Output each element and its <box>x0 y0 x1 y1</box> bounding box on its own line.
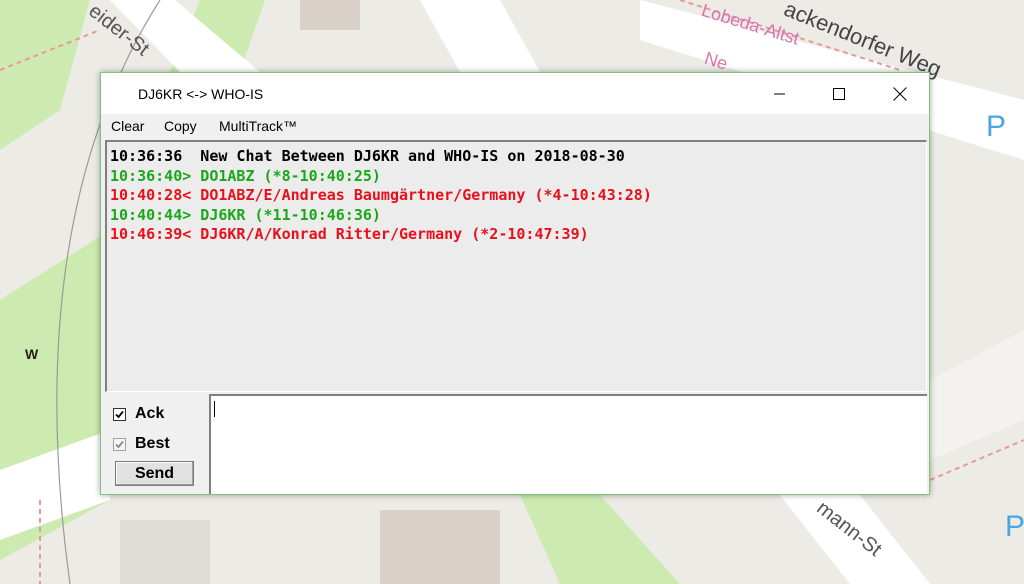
chat-line: 10:40:44> DJ6KR (*11-10:46:36) <box>110 205 381 224</box>
message-input[interactable] <box>209 394 927 494</box>
minimize-icon <box>774 93 785 94</box>
menu-bar: Clear Copy MultiTrack™ <box>101 114 929 138</box>
ack-checkbox-row[interactable]: Ack <box>113 405 164 423</box>
chat-line: 10:40:28< DO1ABZ/E/Andreas Baumgärtner/G… <box>110 186 652 204</box>
close-icon <box>893 86 907 101</box>
best-label: Best <box>135 435 170 452</box>
map-label-parking-2: P <box>1005 510 1024 543</box>
text-caret <box>214 401 215 417</box>
chat-log[interactable]: 10:36:36 New Chat Between DJ6KR and WHO-… <box>105 140 927 392</box>
chat-window: DJ6KR <-> WHO-IS Clear Copy MultiTrack™ … <box>100 72 930 495</box>
ack-label: Ack <box>135 405 165 422</box>
chat-line: 10:46:39< DJ6KR/A/Konrad Ritter/Germany … <box>110 225 589 243</box>
menu-clear[interactable]: Clear <box>111 118 144 134</box>
menu-copy[interactable]: Copy <box>164 118 197 134</box>
send-button[interactable]: Send <box>115 461 194 486</box>
maximize-button[interactable] <box>816 73 862 114</box>
compose-area: Ack Best Send <box>105 393 927 494</box>
checkmark-icon <box>115 410 124 418</box>
map-label-parking-1: P <box>986 110 1007 143</box>
ack-checkbox[interactable] <box>113 407 126 421</box>
title-bar[interactable]: DJ6KR <-> WHO-IS <box>101 73 929 114</box>
menu-multitrack[interactable]: MultiTrack™ <box>219 118 297 134</box>
close-button[interactable] <box>877 73 923 114</box>
best-checkbox[interactable] <box>113 437 126 451</box>
best-checkbox-row[interactable]: Best <box>113 435 170 453</box>
chat-line: 10:36:40> DO1ABZ (*8-10:40:25) <box>110 166 381 185</box>
checkmark-icon <box>115 440 124 448</box>
chat-line: 10:36:36 New Chat Between DJ6KR and WHO-… <box>110 147 625 165</box>
minimize-button[interactable] <box>757 73 803 114</box>
window-title: DJ6KR <-> WHO-IS <box>138 86 264 102</box>
map-label-w: W <box>25 346 39 362</box>
maximize-icon <box>833 87 845 100</box>
